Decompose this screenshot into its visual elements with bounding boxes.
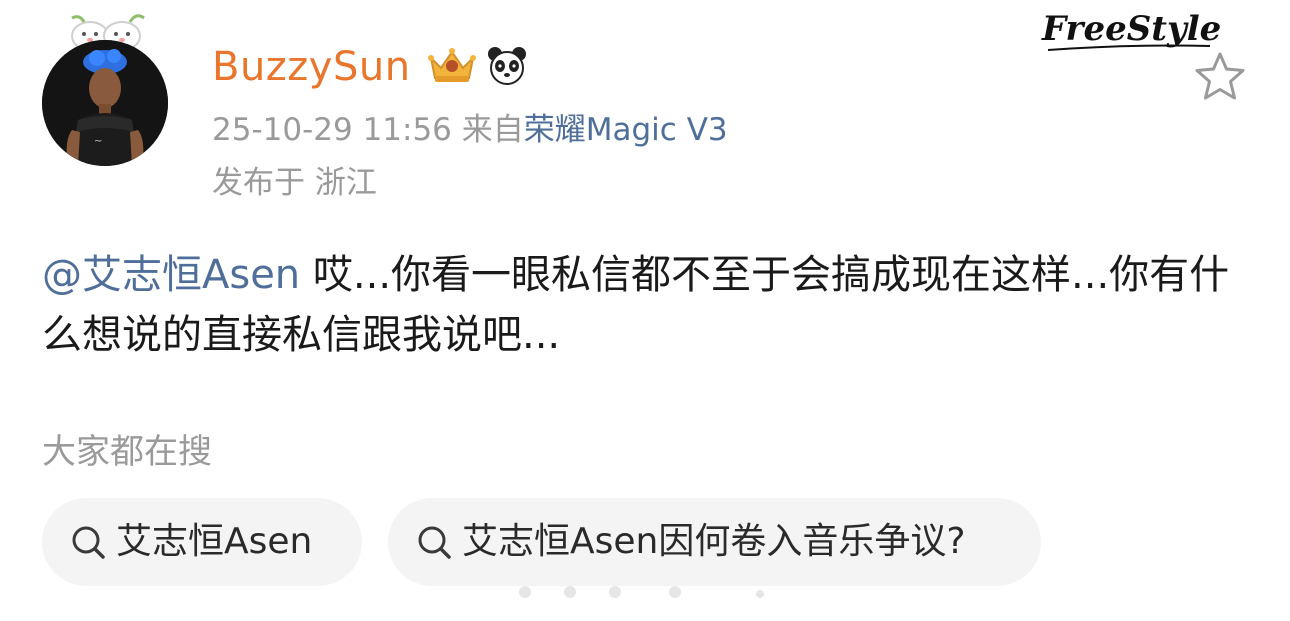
panda-icon[interactable] [485,44,529,86]
username[interactable]: BuzzySun [212,42,411,92]
crown-badge-icon[interactable] [425,44,479,86]
user-badges [425,40,529,90]
chip-label: 艾志恒Asen [116,521,313,562]
favorite-star-icon[interactable] [1193,50,1247,102]
chip-label: 艾志恒Asen因何卷入音乐争议? [462,521,966,562]
avatar-image: ~ [42,40,168,166]
post-content: @艾志恒Asen 哎...你看一眼私信都不至于会搞成现在这样...你有什么想说的… [42,245,1242,365]
mention-link[interactable]: @艾志恒Asen [42,252,300,298]
search-icon [68,522,108,562]
weibo-post-card: ~ BuzzySun 25-10-29 11:56 来自荣耀Magic V3 发… [0,0,1290,621]
trending-search-chip[interactable]: 艾志恒Asen [42,498,362,586]
post-timestamp: 25-10-29 11:56 [212,112,452,148]
post-meta: 25-10-29 11:56 来自荣耀Magic V3 [212,110,728,150]
avatar-container[interactable]: ~ [40,10,170,166]
svg-text:~: ~ [94,136,102,147]
trending-title: 大家都在搜 [42,432,212,472]
source-device-link[interactable]: 荣耀Magic V3 [524,112,728,148]
source-prefix: 来自 [461,112,524,148]
carousel-pager-dots [519,586,764,598]
post-location: 发布于 浙江 [212,165,377,201]
search-icon [414,522,454,562]
avatar[interactable]: ~ [42,40,168,166]
svg-text:FreeStyle: FreeStyle [1041,9,1220,49]
